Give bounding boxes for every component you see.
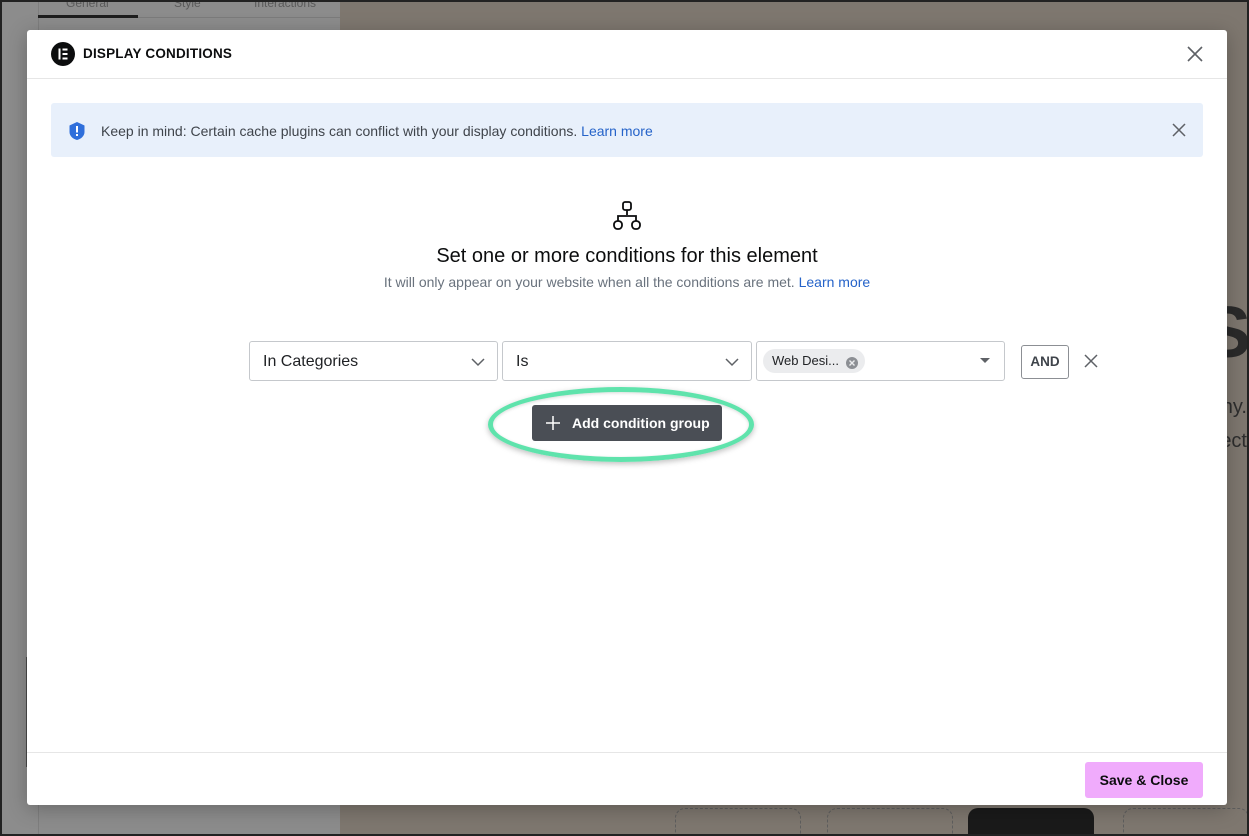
and-button[interactable]: AND (1021, 345, 1069, 379)
elementor-logo-icon (51, 42, 75, 66)
tab-style[interactable]: Style (174, 2, 201, 10)
close-icon[interactable] (1171, 122, 1187, 138)
chevron-down-icon (725, 355, 739, 369)
notice-message: Keep in mind: Certain cache plugins can … (101, 123, 578, 139)
remove-condition-icon[interactable] (1084, 354, 1098, 368)
canvas-card-1 (675, 808, 801, 834)
remove-chip-icon[interactable] (845, 354, 859, 369)
empty-state-subtitle: It will only appear on your website when… (27, 274, 1227, 290)
notice-learn-more-link[interactable]: Learn more (581, 123, 653, 139)
modal-footer: Save & Close (27, 752, 1227, 805)
add-condition-group-label: Add condition group (572, 415, 710, 431)
close-icon[interactable] (1185, 44, 1205, 64)
save-close-button[interactable]: Save & Close (1085, 762, 1203, 798)
cache-notice: Keep in mind: Certain cache plugins can … (51, 103, 1203, 157)
plus-icon (546, 416, 560, 430)
tab-general[interactable]: General (66, 2, 109, 10)
condition-value-select[interactable]: Web Desi... (756, 341, 1005, 381)
empty-state-description: It will only appear on your website when… (383, 274, 795, 290)
sitemap-icon (612, 201, 642, 231)
canvas-card-4 (1123, 808, 1247, 834)
active-tab-indicator (38, 15, 138, 18)
condition-field-select[interactable]: In Categories (249, 341, 498, 381)
canvas-card-3 (968, 808, 1094, 834)
info-shield-icon (67, 121, 87, 141)
caret-down-icon (980, 358, 990, 363)
display-conditions-modal: DISPLAY CONDITIONS Keep in mind: Certain… (27, 30, 1227, 805)
canvas-card-2 (827, 808, 953, 834)
notice-text: Keep in mind: Certain cache plugins can … (101, 123, 653, 139)
condition-operator-select[interactable]: Is (502, 341, 752, 381)
tab-interactions[interactable]: Interactions (254, 2, 316, 10)
value-chip-label: Web Desi... (772, 353, 839, 368)
empty-state-title: Set one or more conditions for this elem… (436, 245, 818, 267)
condition-operator-value: Is (516, 353, 529, 370)
modal-header: DISPLAY CONDITIONS (27, 30, 1227, 79)
learn-more-link[interactable]: Learn more (799, 274, 871, 290)
value-chip: Web Desi... (763, 349, 865, 373)
chevron-down-icon (471, 355, 485, 369)
condition-field-value: In Categories (263, 353, 359, 370)
add-condition-group-button[interactable]: Add condition group (532, 405, 722, 441)
modal-title: DISPLAY CONDITIONS (83, 46, 233, 61)
